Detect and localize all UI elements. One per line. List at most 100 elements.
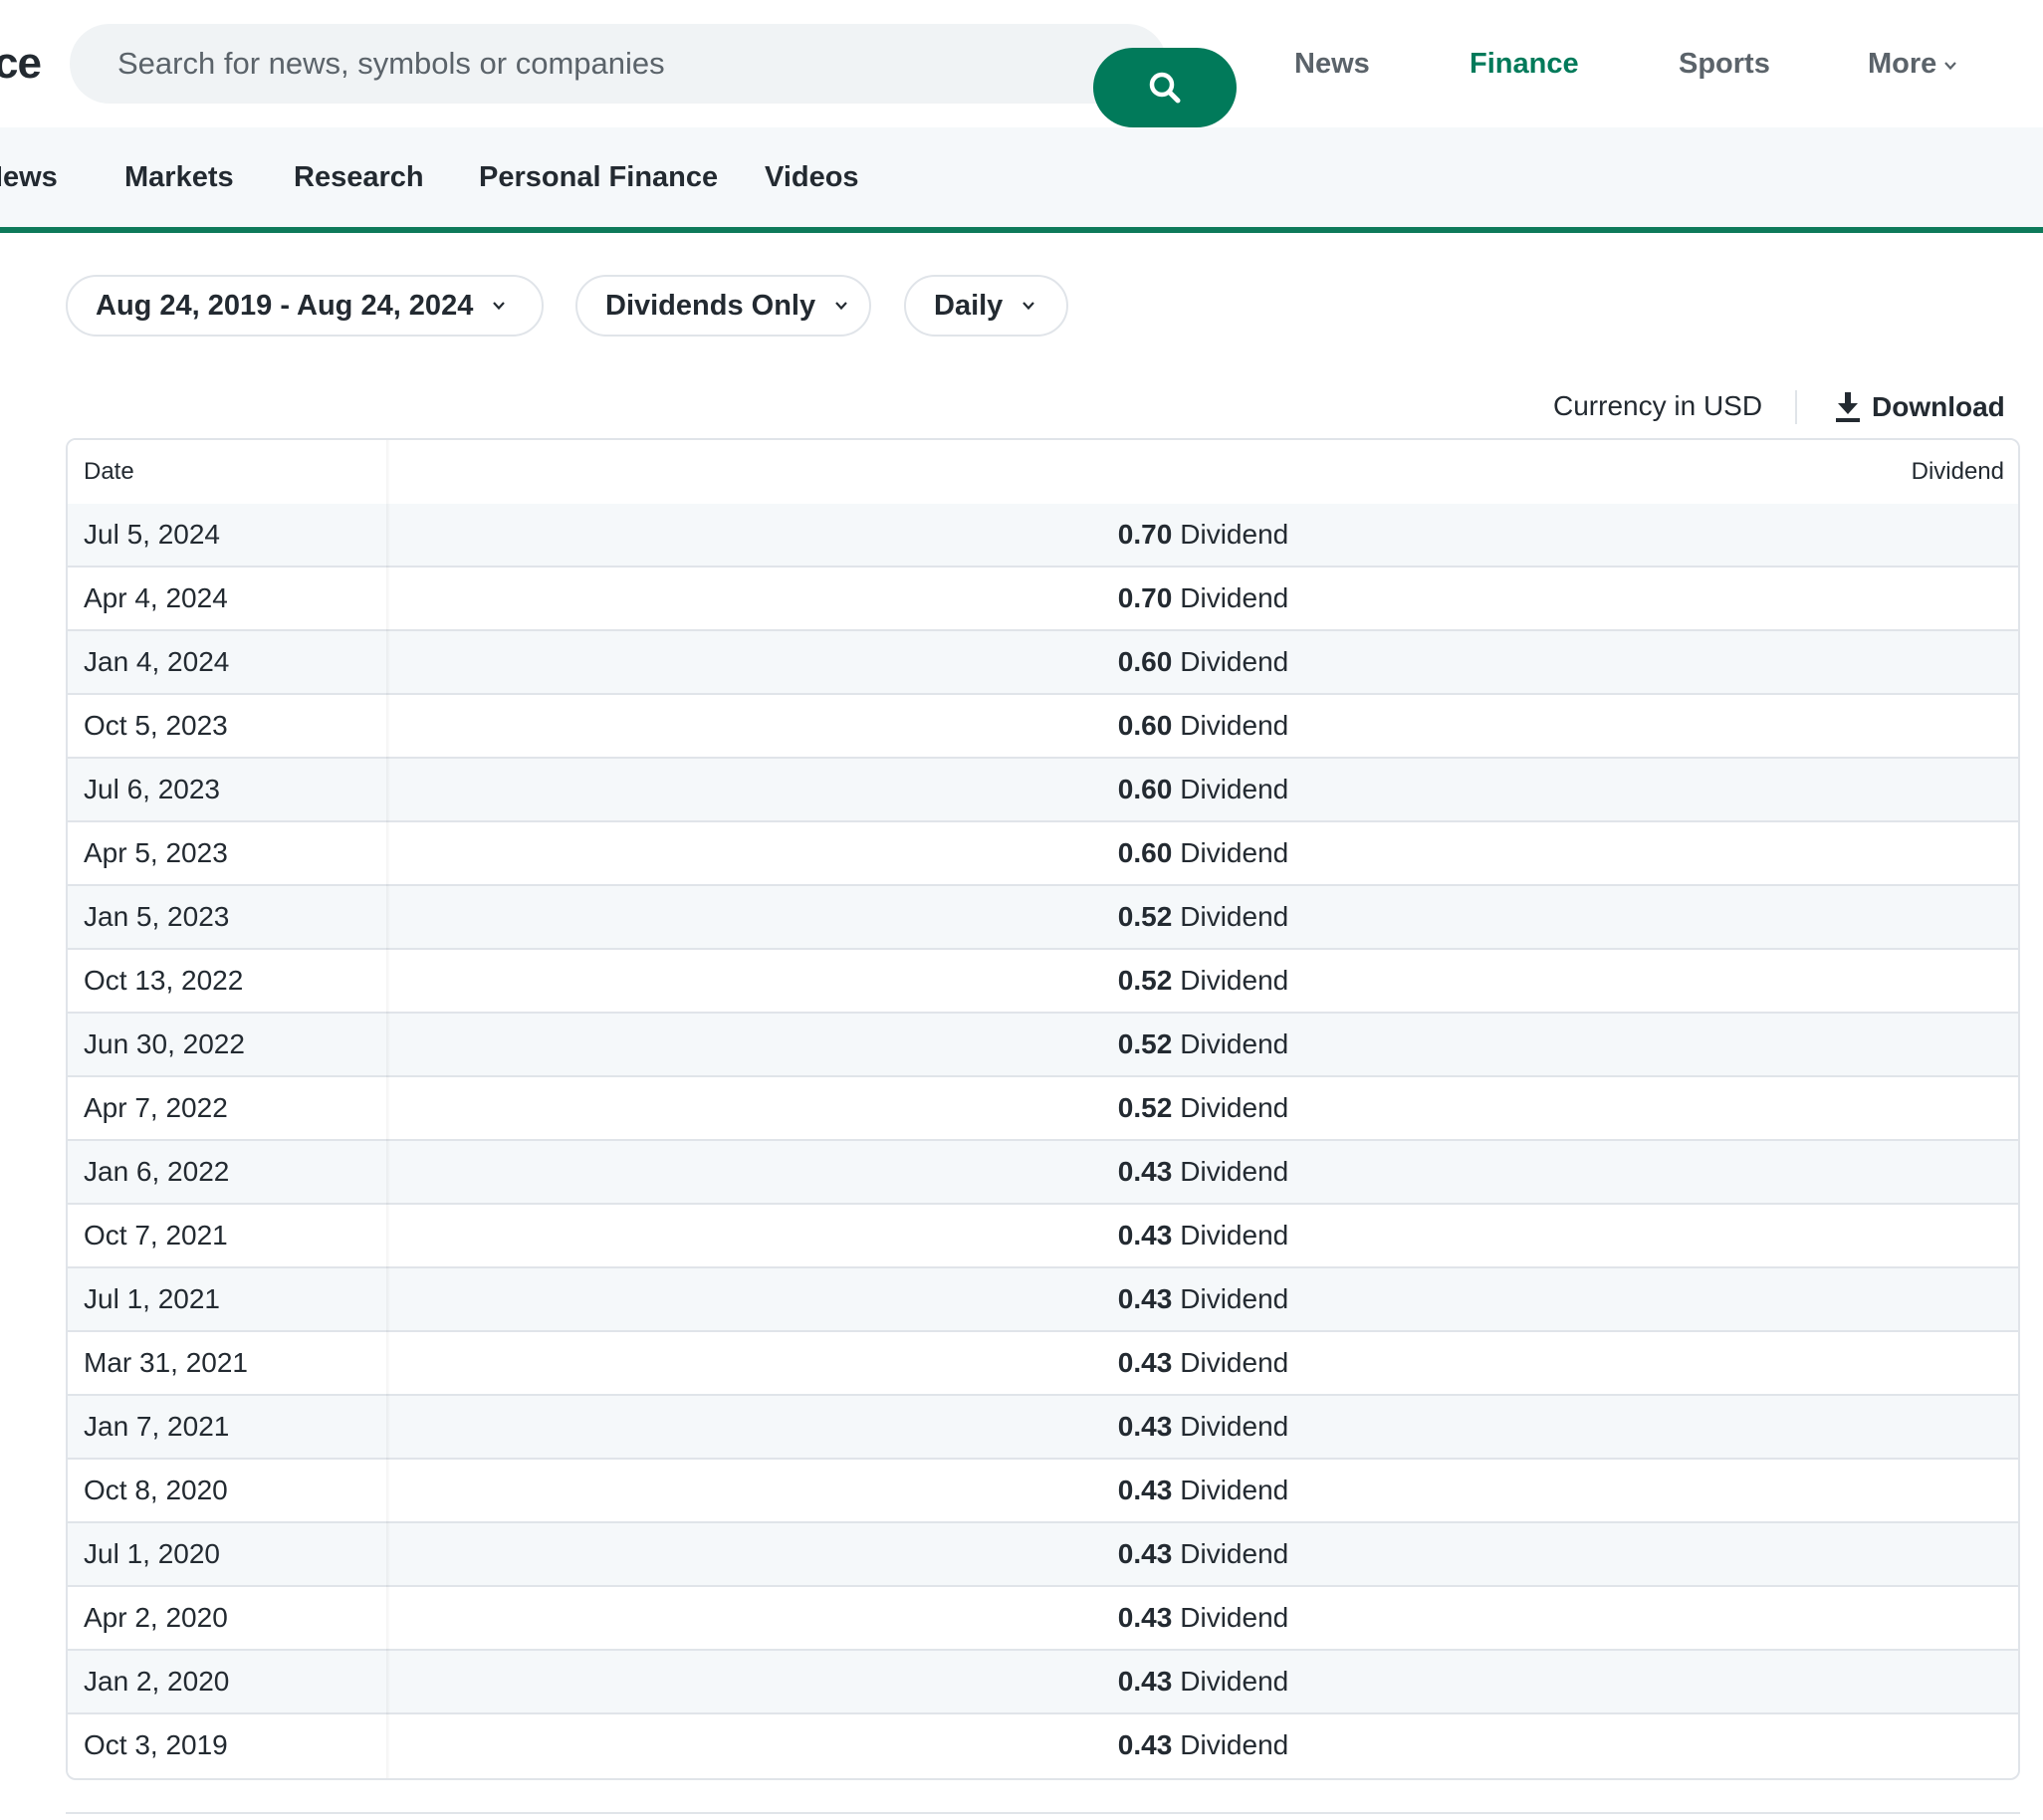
show-dropdown[interactable]: Dividends Only: [575, 275, 871, 337]
frequency-dropdown[interactable]: Daily: [904, 275, 1068, 337]
dividend-amount: 0.43: [1117, 1220, 1173, 1251]
dividend-amount: 0.60: [1117, 837, 1173, 868]
dividend-amount: 0.43: [1117, 1283, 1173, 1314]
download-label: Download: [1872, 391, 2005, 422]
dividend-amount: 0.43: [1117, 1729, 1173, 1760]
dividend-cell: 0.52 Dividend: [388, 886, 2018, 948]
dividend-type: Dividend: [1180, 1028, 1289, 1059]
dividend-type: Dividend: [1180, 1092, 1289, 1123]
date-cell: Jun 30, 2022: [84, 1028, 245, 1059]
dividend-amount: 0.52: [1117, 965, 1173, 996]
table-row: Apr 5, 2023 0.60 Dividend: [68, 820, 2018, 884]
currency-label: Currency in USD: [1553, 390, 1763, 421]
table-row: Jul 1, 2020 0.43 Dividend: [68, 1521, 2018, 1585]
dividend-amount: 0.43: [1117, 1666, 1173, 1697]
chevron-down-icon: [491, 298, 507, 314]
search-button[interactable]: [1093, 48, 1237, 127]
dividend-type: Dividend: [1180, 1602, 1289, 1633]
dividend-cell: 0.60 Dividend: [388, 759, 2018, 820]
subnav-research[interactable]: Research: [294, 149, 424, 205]
topnav-finance[interactable]: Finance: [1470, 36, 1579, 92]
topnav-more-label: More: [1868, 48, 1937, 80]
dividend-amount: 0.43: [1117, 1602, 1173, 1633]
dividend-type: Dividend: [1180, 1411, 1289, 1442]
subnav-personal-finance[interactable]: Personal Finance: [479, 149, 718, 205]
dividend-type: Dividend: [1180, 582, 1289, 613]
dividend-amount: 0.52: [1117, 1028, 1173, 1059]
table-row: Jan 6, 2022 0.43 Dividend: [68, 1139, 2018, 1203]
dividend-type: Dividend: [1180, 1220, 1289, 1251]
column-header-dividend: Dividend: [1911, 458, 2004, 485]
dividend-cell: 0.43 Dividend: [388, 1460, 2018, 1521]
date-cell: Apr 5, 2023: [84, 837, 228, 868]
dividend-type: Dividend: [1180, 1475, 1289, 1505]
date-cell: Jul 1, 2021: [84, 1283, 220, 1314]
date-cell: Jan 5, 2023: [84, 901, 230, 932]
dividend-type: Dividend: [1180, 901, 1289, 932]
dividend-cell: 0.60 Dividend: [388, 631, 2018, 693]
dividend-type: Dividend: [1180, 965, 1289, 996]
chevron-down-icon: [833, 298, 849, 314]
dividend-type: Dividend: [1180, 1283, 1289, 1314]
dividend-cell: 0.43 Dividend: [388, 1205, 2018, 1266]
date-cell: Jan 6, 2022: [84, 1156, 230, 1187]
dividend-amount: 0.43: [1117, 1411, 1173, 1442]
subnav-markets[interactable]: Markets: [124, 149, 234, 205]
dividend-cell: 0.43 Dividend: [388, 1523, 2018, 1585]
download-icon: [1834, 391, 1862, 423]
dividend-amount: 0.60: [1117, 646, 1173, 677]
dividend-amount: 0.70: [1117, 519, 1173, 550]
date-cell: Apr 2, 2020: [84, 1602, 228, 1633]
dividend-amount: 0.60: [1117, 710, 1173, 741]
subnav-divider: [0, 227, 2043, 233]
subnav-videos[interactable]: Videos: [765, 149, 859, 205]
dividend-type: Dividend: [1180, 710, 1289, 741]
dividend-type: Dividend: [1180, 1729, 1289, 1760]
dividend-type: Dividend: [1180, 1666, 1289, 1697]
dividend-amount: 0.60: [1117, 774, 1173, 804]
dividend-type: Dividend: [1180, 519, 1289, 550]
table-row: Oct 8, 2020 0.43 Dividend: [68, 1458, 2018, 1521]
dividend-cell: 0.60 Dividend: [388, 822, 2018, 884]
topnav-sports[interactable]: Sports: [1679, 36, 1770, 92]
chevron-down-icon: [1021, 298, 1036, 314]
dividend-cell: 0.43 Dividend: [388, 1332, 2018, 1394]
topnav-more[interactable]: More: [1868, 36, 1958, 92]
table-row: Oct 13, 2022 0.52 Dividend: [68, 948, 2018, 1012]
brand-logo[interactable]: ce: [0, 36, 42, 92]
dividend-cell: 0.43 Dividend: [388, 1714, 2018, 1776]
subnav-news[interactable]: News: [0, 149, 58, 205]
table-row: Jan 7, 2021 0.43 Dividend: [68, 1394, 2018, 1458]
date-range-dropdown[interactable]: Aug 24, 2019 - Aug 24, 2024: [66, 275, 544, 337]
table-row: Jul 5, 2024 0.70 Dividend: [68, 504, 2018, 566]
dividend-cell: 0.43 Dividend: [388, 1651, 2018, 1712]
search-box: [70, 24, 1237, 127]
dividend-cell: 0.43 Dividend: [388, 1587, 2018, 1649]
dividend-cell: 0.70 Dividend: [388, 568, 2018, 629]
table-row: Jul 6, 2023 0.60 Dividend: [68, 757, 2018, 820]
dividend-cell: 0.70 Dividend: [388, 504, 2018, 566]
date-cell: Jan 2, 2020: [84, 1666, 230, 1697]
date-cell: Oct 13, 2022: [84, 965, 244, 996]
toolbar-divider: [1795, 390, 1797, 424]
topnav-news[interactable]: News: [1294, 36, 1370, 92]
table-body: Jul 5, 2024 0.70 Dividend Apr 4, 2024 0.70 Di…: [68, 504, 2018, 1776]
dividend-amount: 0.52: [1117, 901, 1173, 932]
table-row: Jul 1, 2021 0.43 Dividend: [68, 1266, 2018, 1330]
date-cell: Jul 5, 2024: [84, 519, 220, 550]
download-button[interactable]: Download: [1834, 384, 2005, 430]
top-header: ce News Finance Sports More: [0, 0, 2043, 127]
table-row: Apr 4, 2024 0.70 Dividend: [68, 566, 2018, 629]
dividend-type: Dividend: [1180, 1156, 1289, 1187]
column-header-date: Date: [84, 458, 134, 485]
dividend-type: Dividend: [1180, 646, 1289, 677]
table-row: Oct 7, 2021 0.43 Dividend: [68, 1203, 2018, 1266]
table-row: Jan 5, 2023 0.52 Dividend: [68, 884, 2018, 948]
date-cell: Jul 1, 2020: [84, 1538, 220, 1569]
table-header: Date Dividend: [68, 440, 2018, 504]
date-cell: Jul 6, 2023: [84, 774, 220, 804]
dividend-amount: 0.43: [1117, 1538, 1173, 1569]
dividend-cell: 0.52 Dividend: [388, 1077, 2018, 1139]
search-input[interactable]: [117, 24, 1033, 104]
table-row: Apr 2, 2020 0.43 Dividend: [68, 1585, 2018, 1649]
